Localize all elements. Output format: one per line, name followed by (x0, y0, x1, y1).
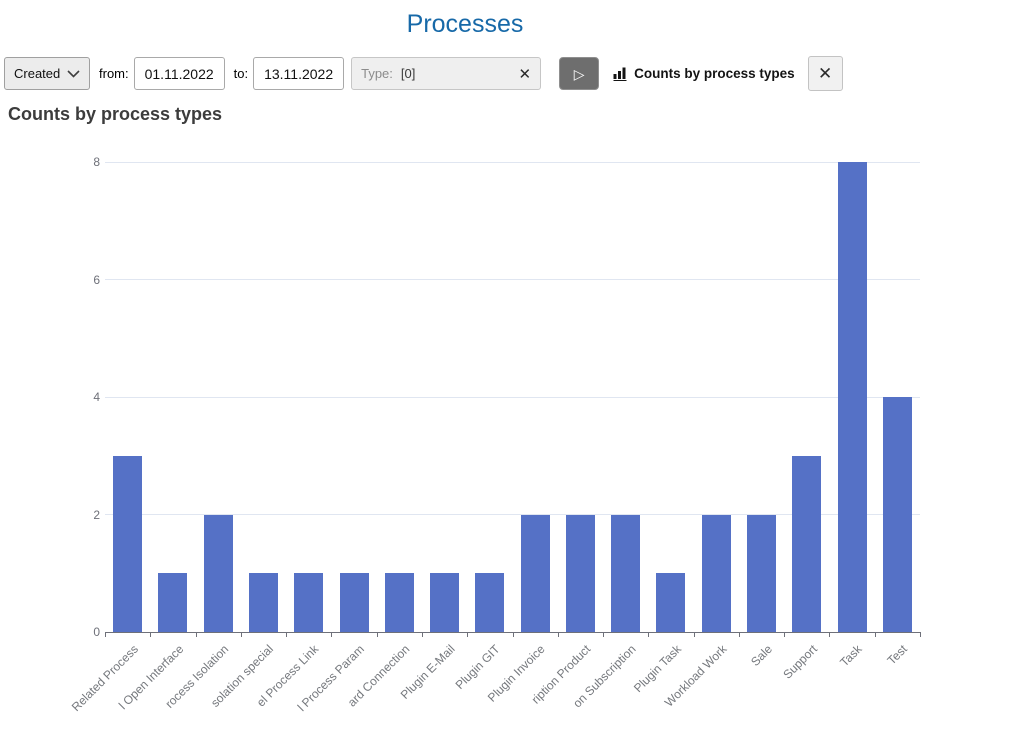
bar[interactable] (113, 456, 142, 632)
date-field-dropdown[interactable]: Created (4, 57, 90, 90)
page-title-container: Processes (0, 10, 930, 39)
x-axis-tick (241, 632, 242, 637)
bar[interactable] (294, 573, 323, 632)
bar-chart-icon (613, 67, 634, 81)
x-axis-tick (558, 632, 559, 637)
from-label: from: (99, 66, 129, 81)
play-icon: ▷ (574, 67, 585, 81)
bar[interactable] (158, 573, 187, 632)
type-filter-clear-icon[interactable]: ✕ (519, 65, 532, 83)
active-view-chip: Counts by process types (613, 66, 795, 81)
y-grid-line (105, 397, 920, 398)
bar[interactable] (747, 515, 776, 633)
x-axis-tick (513, 632, 514, 637)
x-axis-tick (829, 632, 830, 637)
bar[interactable] (883, 397, 912, 632)
x-axis-tick (694, 632, 695, 637)
x-axis-tick (286, 632, 287, 637)
bar[interactable] (521, 515, 550, 633)
x-axis-tick (784, 632, 785, 637)
x-axis-tick (920, 632, 921, 637)
x-axis-tick (331, 632, 332, 637)
bar[interactable] (611, 515, 640, 633)
from-date-input[interactable] (134, 57, 225, 90)
bar[interactable] (204, 515, 233, 633)
bar[interactable] (249, 573, 278, 632)
type-filter-value: [0] (401, 66, 415, 81)
to-date-input[interactable] (253, 57, 344, 90)
x-axis-category-label: Test (885, 642, 910, 667)
x-axis-tick (648, 632, 649, 637)
x-axis-category-label: Support (780, 642, 820, 682)
bar[interactable] (792, 456, 821, 632)
x-axis-tick (105, 632, 106, 637)
x-axis-tick (150, 632, 151, 637)
close-view-button[interactable]: ✕ (808, 56, 843, 91)
x-axis-tick (196, 632, 197, 637)
y-axis-tick-label: 6 (60, 272, 100, 288)
bar[interactable] (340, 573, 369, 632)
chart-title: Counts by process types (8, 104, 222, 125)
y-axis-tick-label: 0 (60, 624, 100, 640)
bar[interactable] (475, 573, 504, 632)
bar[interactable] (702, 515, 731, 633)
date-field-dropdown-value: Created (14, 66, 60, 81)
y-grid-line (105, 162, 920, 163)
x-axis-tick (875, 632, 876, 637)
y-grid-line (105, 279, 920, 280)
page-title: Processes (407, 10, 524, 38)
bar[interactable] (656, 573, 685, 632)
x-axis-category-label: Sale (748, 642, 775, 669)
to-label: to: (234, 66, 248, 81)
filter-toolbar: Created from: to: Type: [0] ✕ ▷ Counts b… (4, 56, 843, 91)
bar-chart: 02468Related Processl Open Interfaceroce… (0, 140, 1010, 740)
type-filter-field[interactable]: Type: [0] ✕ (351, 57, 541, 90)
run-query-button[interactable]: ▷ (559, 57, 599, 90)
x-axis-tick (467, 632, 468, 637)
bar[interactable] (838, 162, 867, 632)
type-filter-label: Type: (361, 66, 393, 81)
chevron-down-icon (67, 70, 80, 78)
x-axis-category-label: Task (838, 642, 865, 669)
y-axis-tick-label: 4 (60, 389, 100, 405)
x-axis-tick (377, 632, 378, 637)
y-axis-tick-label: 8 (60, 154, 100, 170)
y-axis-tick-label: 2 (60, 507, 100, 523)
x-axis-tick (422, 632, 423, 637)
bar[interactable] (430, 573, 459, 632)
close-icon: ✕ (818, 65, 832, 82)
x-axis-tick (739, 632, 740, 637)
bar[interactable] (385, 573, 414, 632)
x-axis-tick (603, 632, 604, 637)
active-view-label: Counts by process types (634, 66, 795, 81)
bar[interactable] (566, 515, 595, 633)
